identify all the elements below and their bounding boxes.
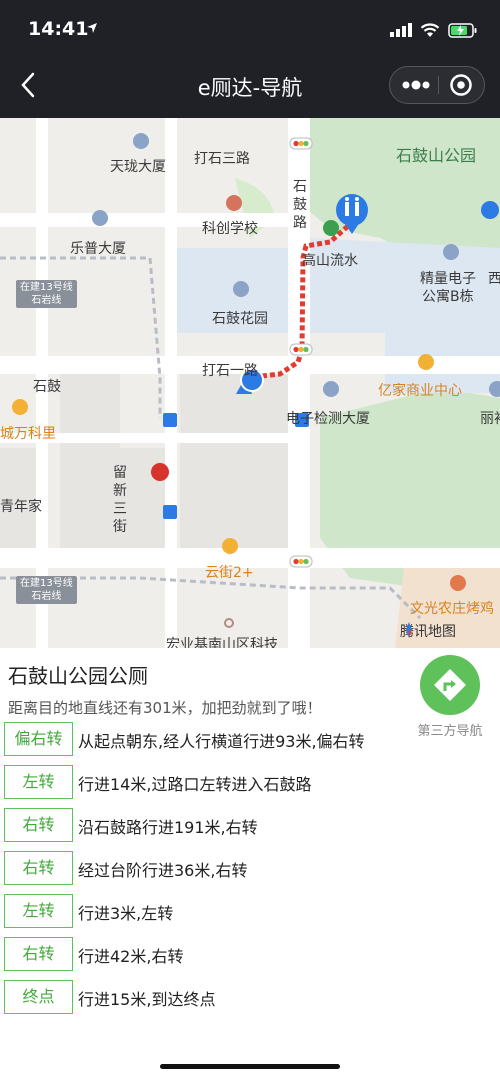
map-label: 丽衫 — [480, 411, 500, 427]
step-text: 行进14米,过路口左转进入石鼓路 — [78, 775, 312, 794]
step-row: 终点 行进15米,到达终点 — [4, 980, 500, 1016]
map-label: 打石三路 — [194, 151, 250, 167]
miniprogram-capsule — [389, 66, 485, 104]
compass-icon — [406, 622, 412, 638]
map-label: 石鼓路 — [293, 179, 307, 231]
metro-label: 在建13号线 石岩线 — [16, 280, 77, 308]
step-row: 左转 行进14米,过路口左转进入石鼓路 — [4, 765, 500, 801]
traffic-light-icon — [289, 137, 313, 150]
map-label: 石鼓山公园 — [396, 146, 477, 165]
step-row: 右转 经过台阶行进36米,右转 — [4, 851, 500, 887]
more-dots-icon — [402, 80, 430, 90]
destination-distance-text: 距离目的地直线还有301米，加把劲就到了哦！ — [8, 699, 322, 717]
map-label: 宏业基南山区科技 — [166, 637, 278, 648]
step-text: 沿石鼓路行进191米,右转 — [78, 818, 258, 837]
map-label: 石鼓 — [33, 379, 61, 395]
map-label: 精量电子 — [420, 271, 476, 287]
map-label: 石鼓花园 — [212, 311, 268, 327]
step-badge: 左转 — [4, 894, 73, 928]
status-time: 14:41 — [28, 18, 89, 40]
step-row: 右转 沿石鼓路行进191米,右转 — [4, 808, 500, 844]
wifi-icon — [420, 22, 440, 37]
home-indicator[interactable] — [160, 1064, 340, 1069]
metro-label: 在建13号线 石岩线 — [16, 576, 77, 604]
step-text: 行进3米,左转 — [78, 904, 174, 923]
map-label: 亿家商业中心 — [378, 383, 462, 399]
map-label: 城万科里 — [0, 426, 56, 442]
map-label: 打石一路 — [202, 363, 258, 379]
top-bar: 14:41 e厕达-导航 — [0, 0, 500, 118]
map-label: 西 — [488, 271, 500, 287]
step-text: 经过台阶行进36米,右转 — [78, 861, 248, 880]
map-label: 天珑大厦 — [110, 159, 166, 175]
step-badge: 右转 — [4, 808, 73, 842]
map-label: 留新三街 — [113, 465, 127, 535]
map-label: 电子检测大厦 — [286, 411, 370, 427]
map-label: 高山流水 — [302, 253, 358, 269]
step-badge: 偏右转 — [4, 722, 73, 756]
step-text: 行进15米,到达终点 — [78, 990, 216, 1009]
status-icons — [390, 20, 478, 40]
location-arrow-icon — [87, 23, 97, 33]
map-label: 云街2+ — [205, 565, 254, 581]
step-text: 从起点朝东,经人行横道行进93米,偏右转 — [78, 732, 365, 751]
map-label: 文光农庄烤鸡 — [410, 601, 494, 617]
step-badge: 右转 — [4, 851, 73, 885]
directions-icon — [434, 669, 466, 701]
step-text: 行进42米,右转 — [78, 947, 184, 966]
signal-icon — [390, 23, 412, 37]
more-button[interactable] — [390, 67, 438, 103]
map-view[interactable]: 天珑大厦 打石三路 石鼓路 石鼓山公园 科创学校 乐普大厦 高山流水 精量电子 … — [0, 118, 500, 648]
step-badge: 终点 — [4, 980, 73, 1014]
target-close-icon — [450, 74, 472, 96]
map-attribution: 腾讯地图 — [400, 621, 456, 641]
step-row: 右转 行进42米,右转 — [4, 937, 500, 973]
third-party-nav-button[interactable] — [420, 655, 480, 715]
map-label: 青年家 — [0, 499, 42, 515]
map-label: 科创学校 — [202, 221, 258, 237]
map-label: 乐普大厦 — [70, 241, 126, 257]
map-label: 公寓B栋 — [422, 289, 474, 305]
destination-title: 石鼓山公园公厕 — [8, 664, 148, 688]
step-row: 偏右转 从起点朝东,经人行横道行进93米,偏右转 — [4, 722, 500, 758]
step-row: 左转 行进3米,左转 — [4, 894, 500, 930]
battery-charging-icon — [448, 22, 477, 38]
close-miniprogram-button[interactable] — [439, 67, 485, 103]
step-badge: 左转 — [4, 765, 73, 799]
step-badge: 右转 — [4, 937, 73, 971]
